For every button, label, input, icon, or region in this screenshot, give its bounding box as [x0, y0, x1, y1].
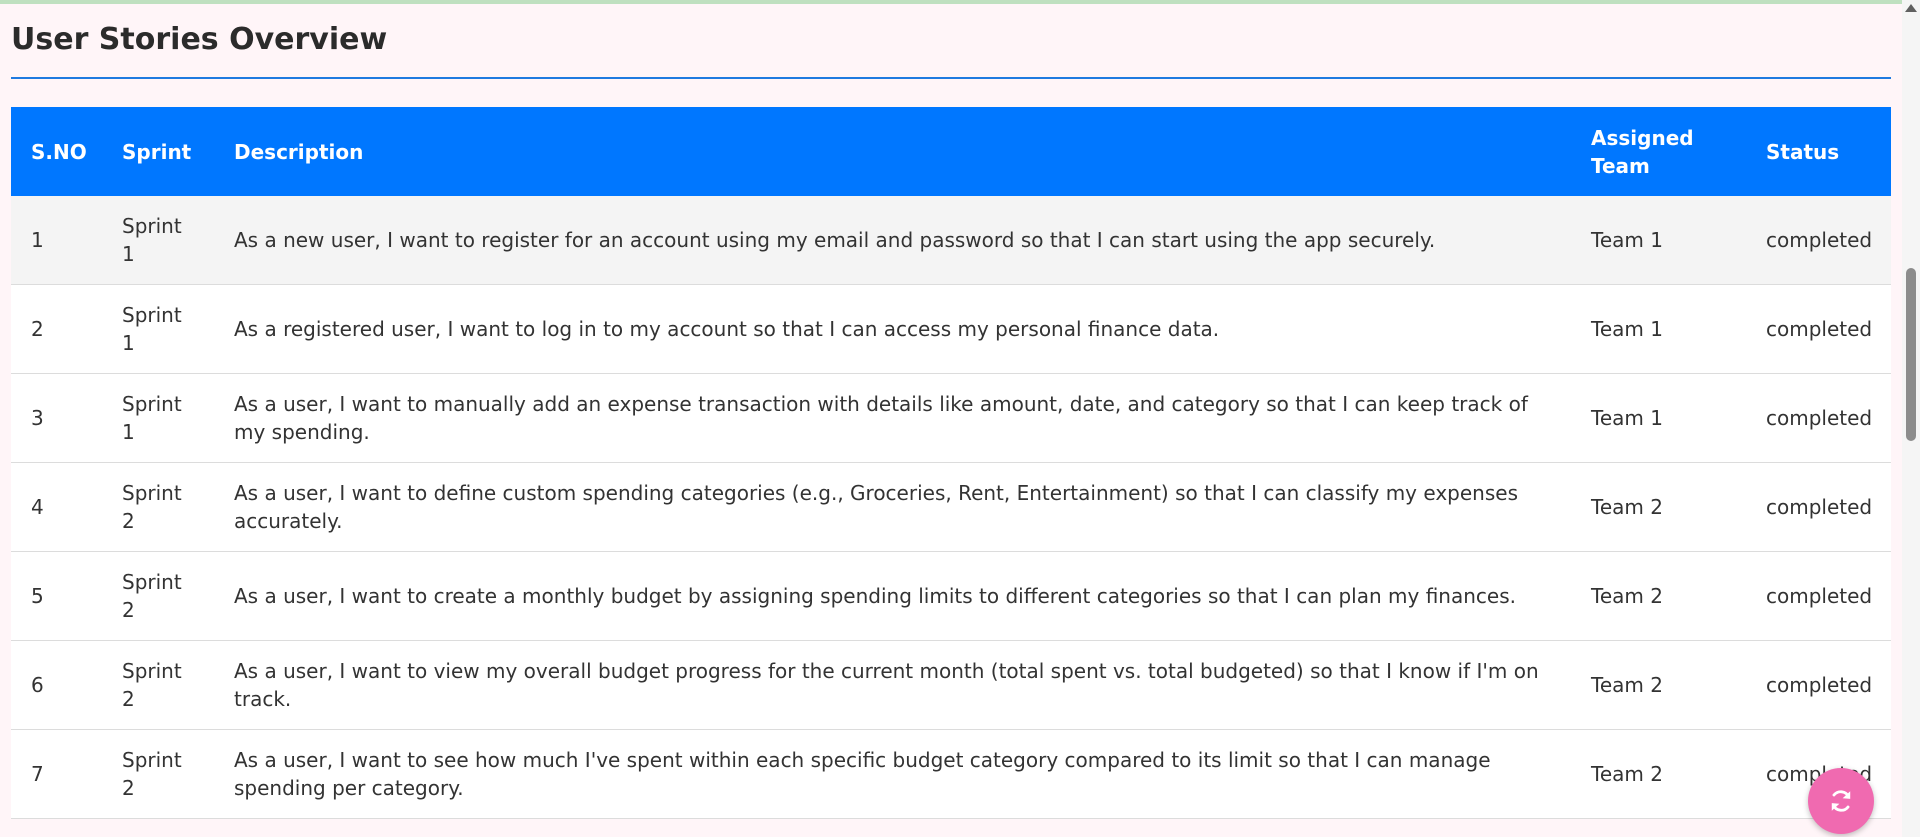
table-header-row: S.NO Sprint Description Assigned Team St…: [11, 107, 1891, 196]
user-stories-table: S.NO Sprint Description Assigned Team St…: [11, 107, 1891, 819]
table-row: 4 Sprint 2 As a user, I want to define c…: [11, 462, 1891, 552]
cell-status: completed: [1746, 462, 1891, 552]
cell-assigned-team: Team 2: [1571, 462, 1746, 552]
cell-status: completed: [1746, 551, 1891, 641]
refresh-button[interactable]: [1808, 768, 1874, 834]
cell-assigned-team: Team 1: [1571, 284, 1746, 374]
page-title: User Stories Overview: [11, 22, 388, 57]
column-header-status: Status: [1766, 139, 1840, 164]
cell-description: As a new user, I want to register for an…: [214, 196, 1571, 285]
cell-sprint: Sprint 1: [102, 284, 214, 374]
cell-assigned-team: Team 1: [1571, 373, 1746, 463]
table-row: 2 Sprint 1 As a registered user, I want …: [11, 284, 1891, 374]
column-header-description: Description: [234, 139, 364, 164]
cell-status: completed: [1746, 196, 1891, 285]
user-stories-table-container: S.NO Sprint Description Assigned Team St…: [11, 107, 1891, 819]
table-row: 3 Sprint 1 As a user, I want to manually…: [11, 373, 1891, 463]
scrollbar-thumb[interactable]: [1906, 268, 1916, 441]
cell-sno: 2: [11, 284, 102, 374]
cell-sno: 1: [11, 196, 102, 285]
cell-status: completed: [1746, 284, 1891, 374]
cell-sprint: Sprint 2: [102, 729, 214, 819]
table-row: 6 Sprint 2 As a user, I want to view my …: [11, 640, 1891, 730]
cell-status: completed: [1746, 640, 1891, 730]
cell-sno: 5: [11, 551, 102, 641]
cell-description: As a registered user, I want to log in t…: [214, 284, 1571, 374]
cell-sno: 7: [11, 729, 102, 819]
table-body: 1 Sprint 1 As a new user, I want to regi…: [11, 196, 1891, 819]
table-row: 5 Sprint 2 As a user, I want to create a…: [11, 551, 1891, 641]
scroll-up-arrow-icon[interactable]: [1905, 4, 1917, 12]
column-header-sprint: Sprint: [122, 139, 192, 164]
cell-sno: 6: [11, 640, 102, 730]
vertical-scrollbar[interactable]: [1902, 0, 1920, 837]
cell-description: As a user, I want to see how much I've s…: [214, 729, 1571, 819]
page-content: User Stories Overview S.NO Sprint Descri…: [0, 0, 1902, 837]
cell-sprint: Sprint 2: [102, 462, 214, 552]
cell-assigned-team: Team 2: [1571, 640, 1746, 730]
cell-description: As a user, I want to create a monthly bu…: [214, 551, 1571, 641]
column-header-sno: S.NO: [31, 139, 87, 164]
title-divider: [11, 77, 1891, 79]
table-header: S.NO Sprint Description Assigned Team St…: [11, 107, 1891, 196]
cell-sprint: Sprint 1: [102, 196, 214, 285]
cell-description: As a user, I want to define custom spend…: [214, 462, 1571, 552]
cell-assigned-team: Team 1: [1571, 196, 1746, 285]
refresh-icon: [1831, 790, 1851, 812]
cell-description: As a user, I want to view my overall bud…: [214, 640, 1571, 730]
cell-assigned-team: Team 2: [1571, 551, 1746, 641]
column-header-assigned-team: Assigned Team: [1591, 125, 1694, 178]
cell-sno: 3: [11, 373, 102, 463]
cell-assigned-team: Team 2: [1571, 729, 1746, 819]
cell-sprint: Sprint 1: [102, 373, 214, 463]
cell-sno: 4: [11, 462, 102, 552]
cell-sprint: Sprint 2: [102, 551, 214, 641]
cell-sprint: Sprint 2: [102, 640, 214, 730]
table-row: 7 Sprint 2 As a user, I want to see how …: [11, 729, 1891, 819]
table-row: 1 Sprint 1 As a new user, I want to regi…: [11, 196, 1891, 285]
cell-status: completed: [1746, 373, 1891, 463]
cell-description: As a user, I want to manually add an exp…: [214, 373, 1571, 463]
